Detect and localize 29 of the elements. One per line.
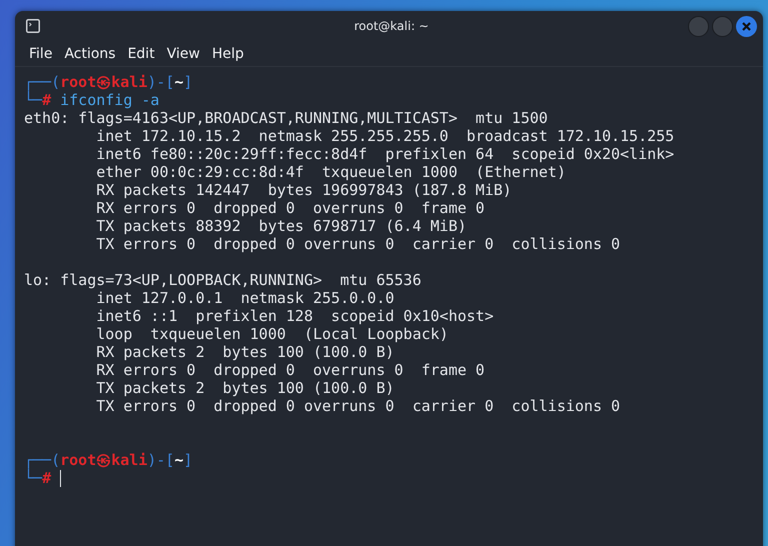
minimize-button[interactable] <box>688 16 709 36</box>
terminal-line: TX errors 0 dropped 0 overruns 0 carrier 0 collisions 0 <box>95 397 620 415</box>
terminal-line: inet 172.10.15.2 netmask 255.255.255.0 broadcast 172.10.15.255 <box>95 127 674 145</box>
terminal-line: └─# <box>24 469 52 487</box>
menu-item[interactable]: Edit <box>122 46 161 62</box>
menu-item[interactable]: Actions <box>58 46 122 62</box>
menu-item[interactable]: View <box>160 46 206 62</box>
terminal-line: ┌──(root㉿kali)-[~] <box>24 451 193 469</box>
terminal-icon <box>26 19 40 33</box>
close-icon[interactable] <box>736 16 757 36</box>
terminal-line: TX errors 0 dropped 0 overruns 0 carrier 0 collisions 0 <box>95 235 620 253</box>
terminal-line: ┌──(root㉿kali)-[~] <box>24 73 193 91</box>
terminal-line: └─# ifconfig -a <box>24 91 160 109</box>
menu-item[interactable]: Help <box>206 46 250 62</box>
terminal-line: ether 00:0c:29:cc:8d:4f txqueuelen 1000 (Ethernet) <box>95 163 566 181</box>
window-title: root@kali: ~ <box>354 19 429 33</box>
terminal-line: eth0: flags=4163<UP,BROADCAST,RUNNING,MULTICAST> mtu 1500 <box>24 109 548 127</box>
terminal-line: inet 127.0.0.1 netmask 255.0.0.0 <box>95 289 394 307</box>
terminal-line: TX packets 88392 bytes 6798717 (6.4 MiB) <box>95 217 467 235</box>
terminal-line: lo: flags=73<UP,LOOPBACK,RUNNING> mtu 65536 <box>24 271 422 289</box>
terminal-line: RX packets 2 bytes 100 (100.0 B) <box>95 343 394 361</box>
menu-item[interactable]: File <box>23 46 58 62</box>
terminal-line: RX packets 142447 bytes 196997843 (187.8 MiB) <box>95 181 512 199</box>
terminal-line: RX errors 0 dropped 0 overruns 0 frame 0 <box>95 199 485 217</box>
terminal-line: loop txqueuelen 1000 (Local Loopback) <box>95 325 448 343</box>
terminal-line: inet6 ::1 prefixlen 128 scopeid 0x10<host> <box>95 307 494 325</box>
terminal-line: inet6 fe80::20c:29ff:fecc:8d4f prefixlen 64 scopeid 0x20<link> <box>95 145 674 163</box>
terminal-line: RX errors 0 dropped 0 overruns 0 frame 0 <box>95 361 485 379</box>
terminal-line: TX packets 2 bytes 100 (100.0 B) <box>95 379 394 397</box>
